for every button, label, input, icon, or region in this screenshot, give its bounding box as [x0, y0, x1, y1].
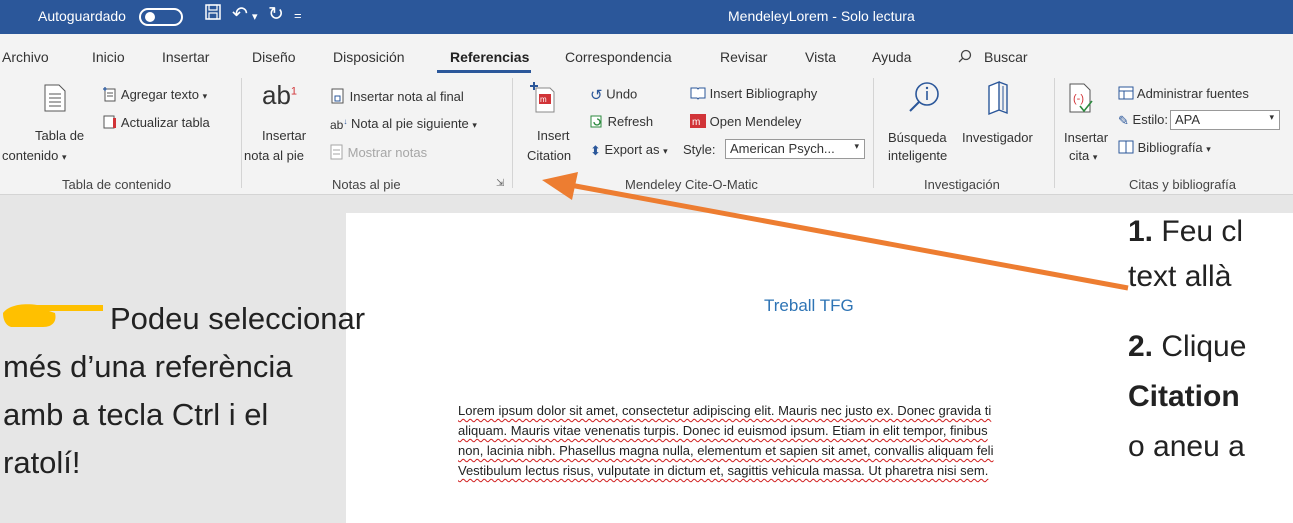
- annotation-arrow: [542, 172, 1129, 291]
